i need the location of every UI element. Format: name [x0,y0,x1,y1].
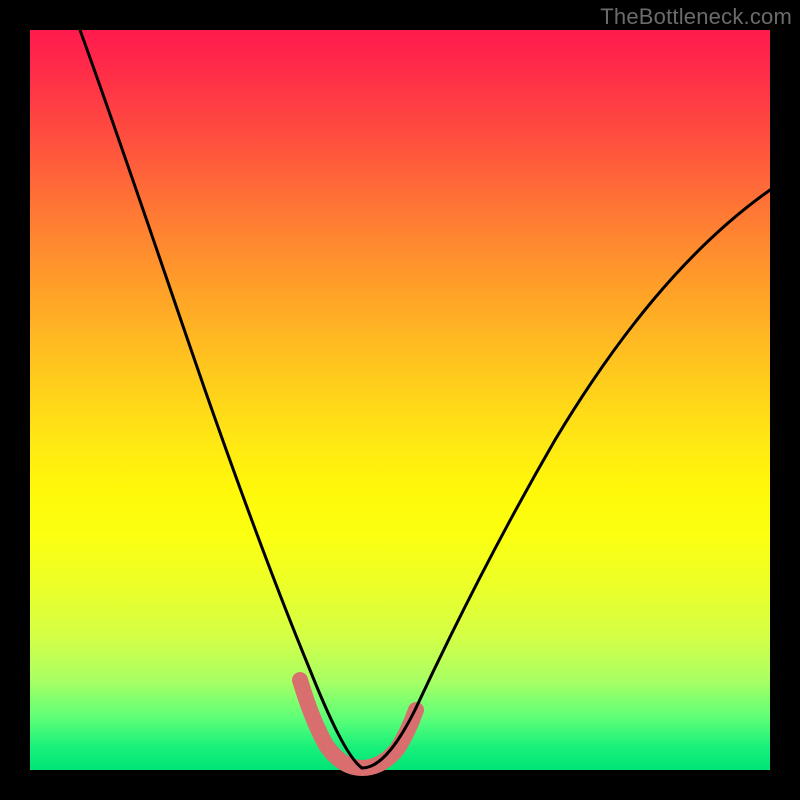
chart-frame: TheBottleneck.com [0,0,800,800]
bottleneck-curve-left [80,30,362,768]
watermark-text: TheBottleneck.com [600,4,792,30]
bottleneck-curve-right [362,190,770,768]
highlight-band [300,680,416,768]
chart-svg [30,30,770,770]
